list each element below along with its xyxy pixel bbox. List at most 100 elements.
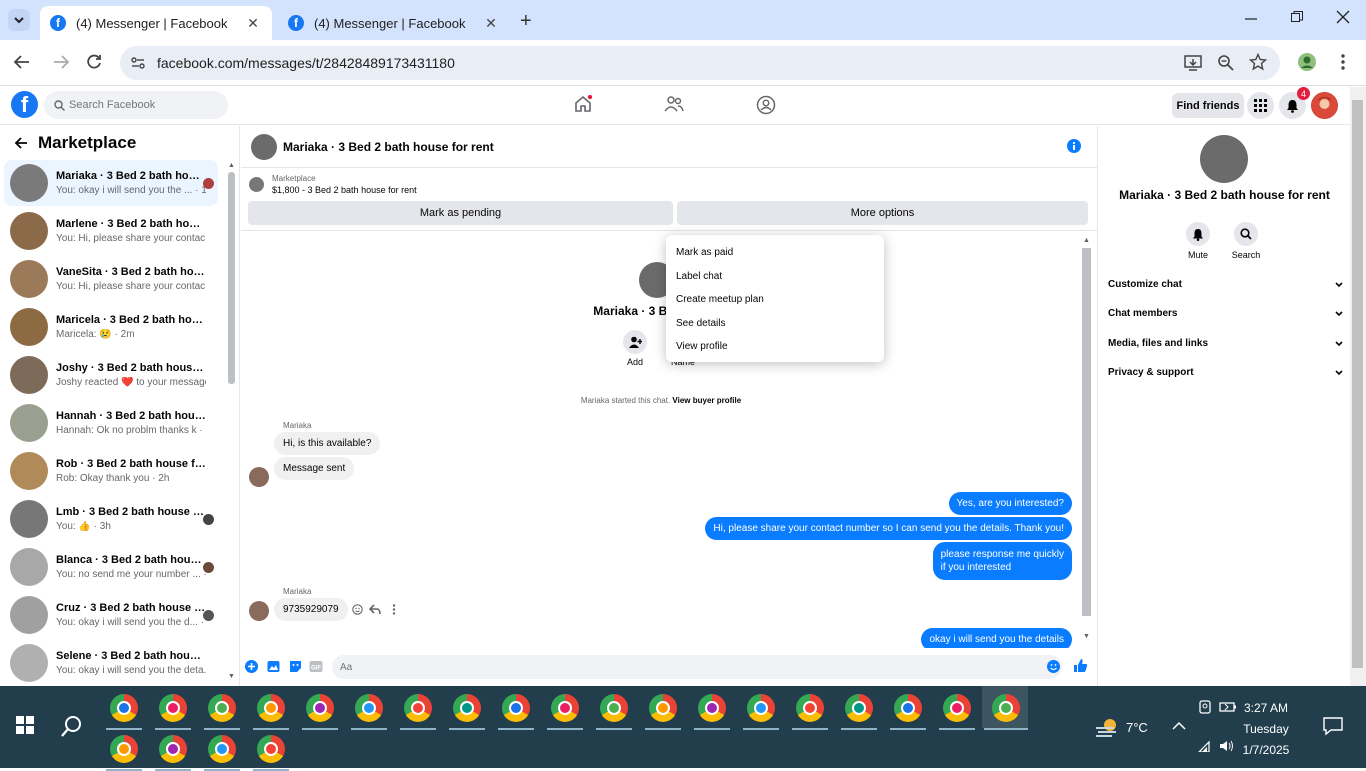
listing-avatar[interactable]	[251, 133, 277, 160]
mark-as-pending-button[interactable]: Mark as pending	[248, 201, 673, 225]
friends-icon[interactable]	[664, 95, 684, 113]
conversation-scrollbar[interactable]	[1082, 248, 1091, 616]
chrome-taskbar-icon[interactable]	[355, 694, 383, 722]
chat-list-item[interactable]: Maricela · 3 Bed 2 bath house f... Marice…	[4, 304, 218, 350]
facebook-search[interactable]	[44, 91, 228, 119]
chat-list-item[interactable]: Joshy · 3 Bed 2 bath house for ... Joshy …	[4, 352, 218, 398]
sticker-icon[interactable]	[289, 660, 302, 673]
show-hidden-icons-chevron-icon[interactable]	[1172, 721, 1186, 731]
outgoing-message[interactable]: please response me quickly if you intere…	[932, 542, 1072, 580]
chrome-taskbar-icon[interactable]	[747, 694, 775, 722]
close-window-button[interactable]	[1336, 10, 1350, 24]
media-files-links-row[interactable]: Media, files and links	[1108, 338, 1344, 349]
chat-list-item[interactable]: Selene · 3 Bed 2 bath house fo... You: ok…	[4, 640, 218, 686]
reply-icon[interactable]	[369, 604, 381, 615]
chat-list-item[interactable]: Mariaka · 3 Bed 2 bath hous... You: okay …	[4, 160, 218, 206]
menu-item-mark-as-paid[interactable]: Mark as paid	[666, 241, 884, 265]
new-tab-button[interactable]: +	[520, 10, 532, 33]
scroll-down-arrow-icon[interactable]: ▼	[228, 673, 235, 680]
chrome-taskbar-icon[interactable]	[649, 694, 677, 722]
chrome-taskbar-icon[interactable]	[943, 694, 971, 722]
chrome-taskbar-icon[interactable]	[453, 694, 481, 722]
chat-list-item[interactable]: Lmb · 3 Bed 2 bath house fo... You: 👍 · 3…	[4, 496, 218, 542]
account-avatar[interactable]	[1311, 92, 1338, 119]
zoom-icon[interactable]	[1217, 54, 1235, 72]
chat-members-row[interactable]: Chat members	[1108, 308, 1344, 319]
taskbar-search-icon[interactable]	[61, 715, 83, 737]
chrome-taskbar-icon[interactable]	[796, 694, 824, 722]
message-input[interactable]	[332, 655, 1062, 679]
temperature-text[interactable]: 7°C	[1126, 720, 1148, 735]
browser-tab[interactable]: f (4) Messenger | Facebook ✕	[278, 6, 510, 40]
chat-list-item[interactable]: Rob · 3 Bed 2 bath house for r... Rob: Ok…	[4, 448, 218, 494]
scroll-up-arrow-icon[interactable]: ▲	[228, 162, 235, 169]
chat-list-item[interactable]: Hannah · 3 Bed 2 bath house f... Hannah: …	[4, 400, 218, 446]
more-attachments-icon[interactable]	[245, 660, 258, 673]
chat-list-item[interactable]: Cruz · 3 Bed 2 bath house fo... You: okay…	[4, 592, 218, 638]
chat-list-item[interactable]: VaneSita · 3 Bed 2 bath house ... You: Hi…	[4, 256, 218, 302]
back-button[interactable]	[13, 53, 31, 71]
tab-close-icon[interactable]: ✕	[244, 15, 262, 32]
find-friends-button[interactable]: Find friends	[1172, 93, 1244, 118]
thumbs-up-icon[interactable]	[1073, 658, 1088, 673]
back-arrow-icon[interactable]	[14, 136, 28, 150]
reload-button[interactable]	[85, 53, 103, 71]
chrome-taskbar-icon[interactable]	[110, 694, 138, 722]
chrome-taskbar-icon[interactable]	[257, 694, 285, 722]
menu-item-view-profile[interactable]: View profile	[666, 335, 884, 359]
meet-now-icon[interactable]	[1198, 700, 1212, 714]
forward-button[interactable]	[52, 53, 70, 71]
incoming-message[interactable]: Hi, is this available?	[274, 432, 381, 455]
install-app-icon[interactable]	[1184, 54, 1202, 72]
chrome-taskbar-icon[interactable]	[600, 694, 628, 722]
view-buyer-profile-link[interactable]: View buyer profile	[672, 396, 741, 405]
scroll-up-arrow-icon[interactable]: ▲	[1083, 237, 1090, 244]
browser-tab-active[interactable]: f (4) Messenger | Facebook ✕	[40, 6, 272, 40]
groups-icon[interactable]	[756, 95, 776, 115]
chat-list-item[interactable]: Blanca · 3 Bed 2 bath house ... You: no s…	[4, 544, 218, 590]
react-emoji-icon[interactable]	[352, 604, 363, 615]
privacy-support-row[interactable]: Privacy & support	[1108, 367, 1344, 378]
chrome-taskbar-icon[interactable]	[502, 694, 530, 722]
more-options-button[interactable]: More options	[677, 201, 1088, 225]
search-in-conversation-button[interactable]: Search	[1221, 222, 1271, 260]
menu-item-label-chat[interactable]: Label chat	[666, 265, 884, 289]
chrome-taskbar-icon[interactable]	[110, 735, 138, 763]
chrome-taskbar-icon[interactable]	[208, 735, 236, 763]
incoming-message[interactable]: Message sent	[274, 457, 355, 480]
more-actions-icon[interactable]	[392, 604, 396, 615]
windows-start-icon[interactable]	[16, 716, 34, 734]
info-icon[interactable]	[1067, 139, 1081, 153]
tab-search-button[interactable]	[8, 9, 30, 31]
chrome-taskbar-icon[interactable]	[208, 694, 236, 722]
mute-button[interactable]: Mute	[1173, 222, 1223, 260]
chat-list-item[interactable]: Marlene · 3 Bed 2 bath house f... You: Hi…	[4, 208, 218, 254]
customize-chat-row[interactable]: Customize chat	[1108, 279, 1344, 290]
restore-button[interactable]	[1290, 10, 1304, 24]
system-clock[interactable]: 3:27 AM Tuesday 1/7/2025	[1226, 698, 1306, 761]
chrome-taskbar-icon[interactable]	[551, 694, 579, 722]
outgoing-message[interactable]: okay i will send you the details	[921, 628, 1072, 648]
bookmark-star-icon[interactable]	[1249, 53, 1267, 71]
outgoing-message[interactable]: Hi, please share your contact number so …	[705, 517, 1072, 540]
profile-avatar-icon[interactable]	[1297, 52, 1317, 72]
chrome-taskbar-icon[interactable]	[992, 694, 1020, 722]
chrome-taskbar-icon[interactable]	[159, 735, 187, 763]
emoji-icon[interactable]	[1047, 660, 1060, 673]
chrome-taskbar-icon[interactable]	[306, 694, 334, 722]
outgoing-message[interactable]: Yes, are you interested?	[948, 492, 1072, 515]
page-scrollbar-thumb[interactable]	[1352, 100, 1363, 668]
chrome-taskbar-icon[interactable]	[698, 694, 726, 722]
menu-item-create-meetup-plan[interactable]: Create meetup plan	[666, 288, 884, 312]
tab-close-icon[interactable]: ✕	[482, 15, 500, 32]
browser-menu-icon[interactable]	[1336, 53, 1350, 71]
sidebar-scrollbar[interactable]	[228, 172, 235, 384]
incoming-message[interactable]: 9735929079	[274, 598, 348, 621]
facebook-search-input[interactable]	[69, 99, 209, 111]
menu-item-see-details[interactable]: See details	[666, 312, 884, 336]
chrome-taskbar-icon[interactable]	[159, 694, 187, 722]
minimize-button[interactable]	[1244, 10, 1258, 24]
site-info-icon[interactable]	[130, 55, 146, 71]
home-icon[interactable]	[574, 95, 592, 113]
chrome-taskbar-icon[interactable]	[257, 735, 285, 763]
